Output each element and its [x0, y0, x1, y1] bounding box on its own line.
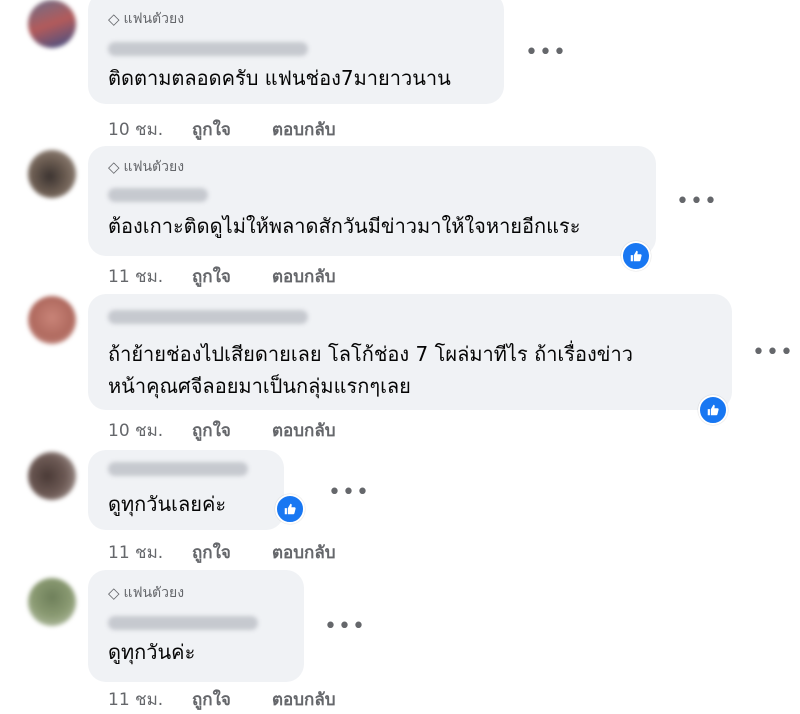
- comment-actions: 11 ชม. ถูกใจ ตอบกลับ: [108, 263, 336, 290]
- diamond-icon: ◇: [108, 584, 120, 602]
- comment-text: ต้องเกาะติดดูไม่ให้พลาดสักวันมีข่าวมาให้…: [108, 214, 581, 238]
- thumbs-up-icon[interactable]: [698, 395, 728, 425]
- commenter-name[interactable]: [108, 310, 308, 324]
- timestamp[interactable]: 11 ชม.: [108, 686, 192, 713]
- avatar[interactable]: [28, 452, 76, 500]
- timestamp[interactable]: 10 ชม.: [108, 116, 192, 143]
- top-fan-badge[interactable]: ◇ แฟนตัวยง: [108, 582, 184, 604]
- more-options-icon[interactable]: •••: [324, 616, 366, 638]
- top-fan-badge[interactable]: ◇ แฟนตัวยง: [108, 156, 184, 178]
- reply-button[interactable]: ตอบกลับ: [272, 417, 336, 444]
- comment-actions: 11 ชม. ถูกใจ ตอบกลับ: [108, 686, 336, 713]
- comment-bubble: ◇ แฟนตัวยง ติดตามตลอดครับ แฟนช่อง7มายาวน…: [88, 0, 504, 104]
- comment-actions: 11 ชม. ถูกใจ ตอบกลับ: [108, 539, 336, 566]
- avatar[interactable]: [28, 150, 76, 198]
- commenter-name[interactable]: [108, 188, 208, 202]
- comment-actions: 10 ชม. ถูกใจ ตอบกลับ: [108, 417, 336, 444]
- more-options-icon[interactable]: •••: [752, 342, 794, 364]
- more-options-icon[interactable]: •••: [676, 191, 718, 213]
- comment-bubble: ดูทุกวันเลยค่ะ: [88, 450, 284, 530]
- comment-actions: 10 ชม. ถูกใจ ตอบกลับ: [108, 116, 336, 143]
- more-options-icon[interactable]: •••: [328, 482, 370, 504]
- comment-bubble: ◇ แฟนตัวยง ดูทุกวันค่ะ: [88, 570, 304, 682]
- commenter-name[interactable]: [108, 42, 308, 56]
- thumbs-up-icon[interactable]: [275, 494, 305, 524]
- comment-text: ติดตามตลอดครับ แฟนช่อง7มายาวนาน: [108, 66, 451, 90]
- comment-bubble: ◇ แฟนตัวยง ต้องเกาะติดดูไม่ให้พลาดสักวัน…: [88, 146, 656, 256]
- reply-button[interactable]: ตอบกลับ: [272, 686, 336, 713]
- comment-text: ดูทุกวันเลยค่ะ: [108, 492, 227, 516]
- timestamp[interactable]: 11 ชม.: [108, 539, 192, 566]
- reply-button[interactable]: ตอบกลับ: [272, 539, 336, 566]
- reply-button[interactable]: ตอบกลับ: [272, 116, 336, 143]
- badge-label: แฟนตัวยง: [123, 11, 185, 27]
- like-button[interactable]: ถูกใจ: [192, 263, 272, 290]
- commenter-name[interactable]: [108, 462, 248, 476]
- comment-text: ถ้าย้ายช่องไปเสียดายเลย โลโก้ช่อง 7 โผล่…: [108, 342, 633, 398]
- badge-label: แฟนตัวยง: [123, 585, 185, 601]
- comment-bubble: ถ้าย้ายช่องไปเสียดายเลย โลโก้ช่อง 7 โผล่…: [88, 294, 732, 410]
- commenter-name[interactable]: [108, 616, 258, 630]
- more-options-icon[interactable]: •••: [525, 42, 567, 64]
- reply-button[interactable]: ตอบกลับ: [272, 263, 336, 290]
- like-button[interactable]: ถูกใจ: [192, 116, 272, 143]
- diamond-icon: ◇: [108, 10, 120, 28]
- timestamp[interactable]: 11 ชม.: [108, 263, 192, 290]
- badge-label: แฟนตัวยง: [123, 159, 185, 175]
- timestamp[interactable]: 10 ชม.: [108, 417, 192, 444]
- thumbs-up-icon[interactable]: [621, 241, 651, 271]
- comment-text: ดูทุกวันค่ะ: [108, 640, 196, 664]
- top-fan-badge[interactable]: ◇ แฟนตัวยง: [108, 8, 184, 30]
- avatar[interactable]: [28, 0, 76, 48]
- like-button[interactable]: ถูกใจ: [192, 539, 272, 566]
- avatar[interactable]: [28, 578, 76, 626]
- avatar[interactable]: [28, 296, 76, 344]
- like-button[interactable]: ถูกใจ: [192, 417, 272, 444]
- diamond-icon: ◇: [108, 158, 120, 176]
- like-button[interactable]: ถูกใจ: [192, 686, 272, 713]
